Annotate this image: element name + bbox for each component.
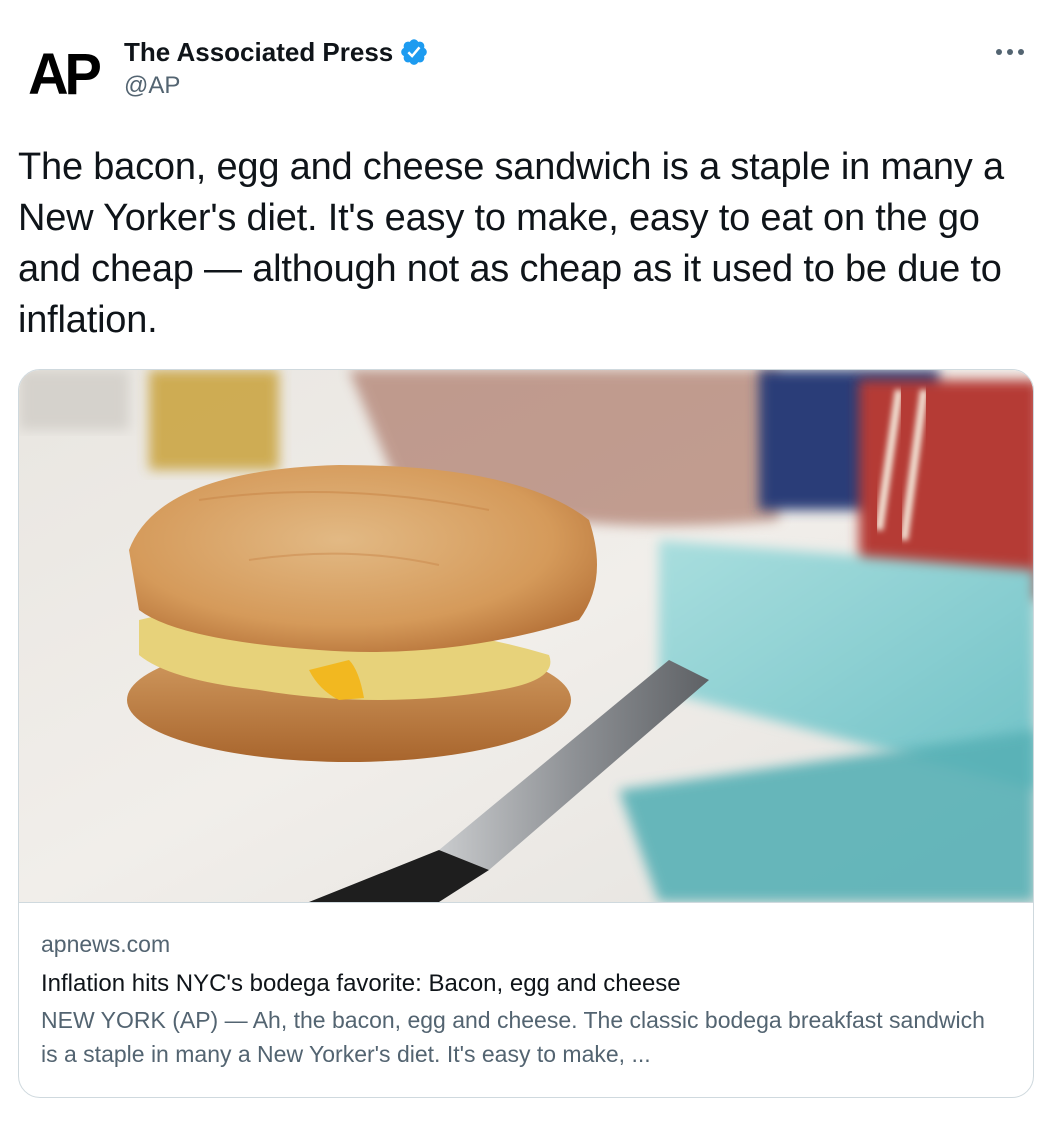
card-title: Inflation hits NYC's bodega favorite: Ba… bbox=[41, 970, 681, 997]
tweet[interactable]: AP The Associated Press @AP The bacon, e… bbox=[0, 0, 1050, 1122]
link-preview-card[interactable]: apnews.com Inflation hits NYC's bodega f… bbox=[18, 369, 1034, 1098]
more-options-icon[interactable] bbox=[990, 34, 1030, 70]
card-domain: apnews.com bbox=[41, 931, 171, 957]
author-handle[interactable]: @AP bbox=[124, 72, 429, 100]
sandwich-photo bbox=[19, 370, 1033, 902]
card-description: NEW YORK (AP) — Ah, the bacon, egg and c… bbox=[41, 1007, 985, 1067]
author-info: The Associated Press @AP bbox=[124, 36, 429, 100]
tweet-text: The bacon, egg and cheese sandwich is a … bbox=[18, 146, 1004, 341]
author-name-row: The Associated Press bbox=[124, 36, 429, 68]
ap-logo: AP bbox=[28, 40, 102, 107]
card-meta[interactable]: apnews.com Inflation hits NYC's bodega f… bbox=[19, 902, 1033, 1097]
verified-badge-icon bbox=[401, 39, 428, 65]
author-avatar[interactable]: AP bbox=[20, 34, 106, 120]
author-name[interactable]: The Associated Press bbox=[124, 37, 393, 68]
card-image-sandwich[interactable] bbox=[19, 370, 1033, 902]
